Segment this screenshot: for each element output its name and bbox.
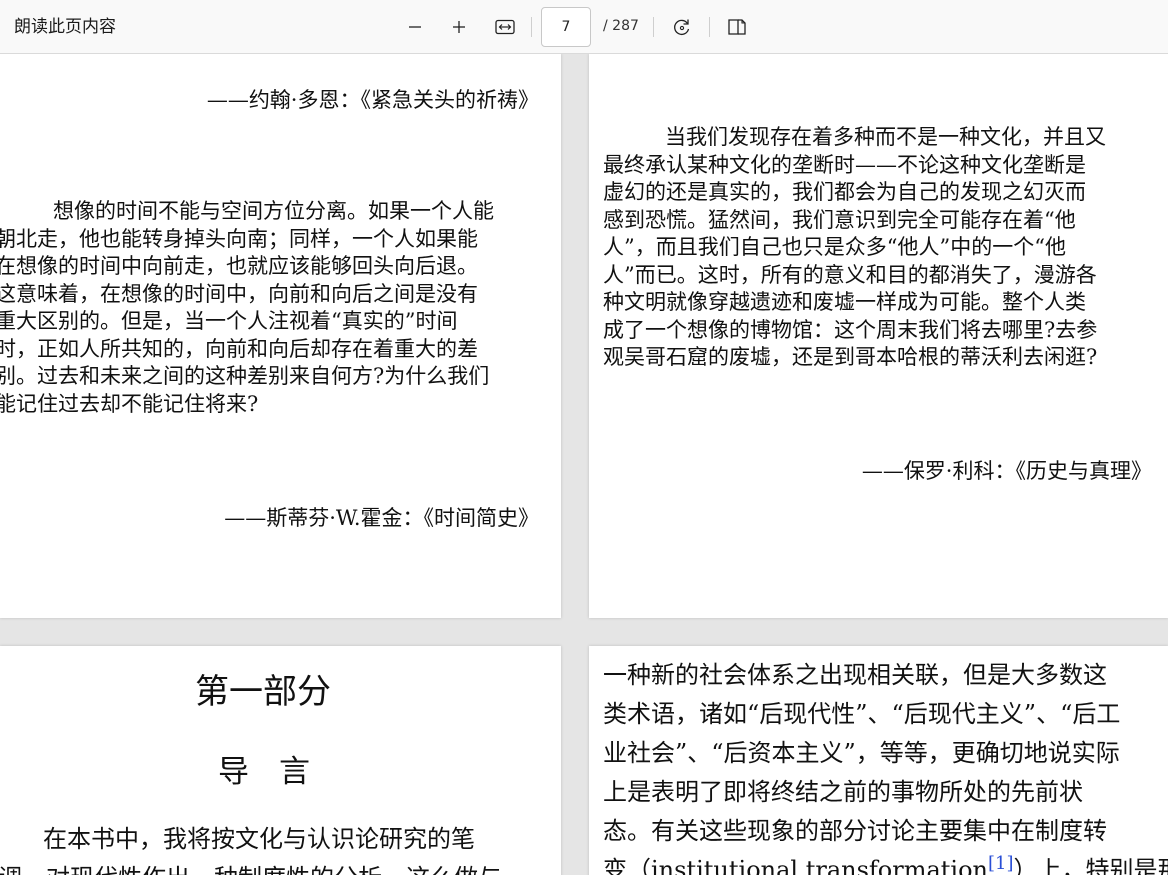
text-line: 当我们发现存在着多种而不是一种文化，并且又 xyxy=(665,125,1106,149)
page-number-input[interactable] xyxy=(541,7,591,47)
text-line: 一种新的社会体系之出现相关联，但是大多数这 xyxy=(603,661,1107,689)
footnote-link[interactable]: [1] xyxy=(988,853,1014,874)
text-line: 感到恐慌。猛然间，我们意识到完全可能存在着“他 xyxy=(603,207,1076,232)
minus-icon xyxy=(407,19,423,35)
text-line: 变（institutional transformation[1]）上，特别是那 xyxy=(603,851,1168,875)
text-fragment: ）上，特别是那 xyxy=(1013,856,1168,875)
text-fragment: 变（institutional transformation xyxy=(603,856,989,875)
text-line: 态。有关这些现象的部分讨论主要集中在制度转 xyxy=(603,817,1107,845)
text-line: 调，对现代性作出一种制度性的分析。这么做与 xyxy=(0,859,502,875)
text-line: 成了一个想像的博物馆：这个周末我们将去哪里?去参 xyxy=(603,317,1098,342)
document-page: ——约翰·多恩：《紧急关头的祈祷》 想像的时间不能与空间方位分离。如果一个人能 … xyxy=(0,54,561,618)
text-line: 虚幻的还是真实的，我们都会为自己的发现之幻灭而 xyxy=(603,180,1086,204)
text-line: 种文明就像穿越遗迹和废墟一样成为可能。整个人类 xyxy=(603,290,1086,314)
text-line: 最终承认某种文化的垄断时——不论这种文化垄断是 xyxy=(603,152,1086,177)
text-line: 朝北走，他也能转身掉头向南；同样，一个人如果能 xyxy=(0,226,478,251)
text-line: 在本书中，我将按文化与认识论研究的笔 xyxy=(43,825,475,853)
document-page: 一种新的社会体系之出现相关联，但是大多数这 类术语，诸如“后现代性”、“后现代主… xyxy=(589,646,1168,875)
text-line: 人”而已。这时，所有的意义和目的都消失了，漫游各 xyxy=(603,262,1097,287)
text-line: 观吴哥石窟的废墟，还是到哥本哈根的蒂沃利去闲逛? xyxy=(603,345,1098,369)
epigraph-attribution: ——斯蒂芬·W.霍金：《时间简史》 xyxy=(224,506,539,530)
text-line: 能记住过去却不能记住将来? xyxy=(0,391,259,416)
text-line: 在想像的时间中向前走，也就应该能够回头向后退。 xyxy=(0,254,478,278)
text-line: 业社会”、“后资本主义”，等等，更确切地说实际 xyxy=(603,739,1120,767)
body-paragraph: 在本书中，我将按文化与认识论研究的笔 调，对现代性作出一种制度性的分析。这么做与 xyxy=(0,820,502,875)
read-aloud-button[interactable]: 朗读此页内容 xyxy=(14,16,116,38)
page-total-label: / 287 xyxy=(603,18,639,34)
fit-width-icon xyxy=(495,19,515,35)
text-line: 重大区别的。但是，当一个人注视着“真实的”时间 xyxy=(0,309,458,333)
epigraph-paragraph: 当我们发现存在着多种而不是一种文化，并且又 最终承认某种文化的垄断时——不论这种… xyxy=(603,124,1106,372)
text-line: 时，正如人所共知的，向前和向后却存在着重大的差 xyxy=(0,336,478,361)
page-view-button[interactable] xyxy=(722,13,752,41)
toolbar-divider xyxy=(653,17,654,37)
part-heading: 第一部分 xyxy=(195,672,331,712)
page-view-icon xyxy=(727,18,747,36)
zoom-out-button[interactable] xyxy=(400,13,430,41)
epigraph-attribution: ——保罗·利科：《历史与真理》 xyxy=(861,459,1152,483)
text-line: 想像的时间不能与空间方位分离。如果一个人能 xyxy=(53,199,494,223)
zoom-in-button[interactable] xyxy=(444,13,474,41)
rotate-icon xyxy=(672,17,692,37)
text-line: 别。过去和未来之间的这种差别来自何方?为什么我们 xyxy=(0,364,490,388)
toolbar-divider xyxy=(531,17,532,37)
fit-width-button[interactable] xyxy=(490,13,520,41)
text-line: 类术语，诸如“后现代性”、“后现代主义”、“后工 xyxy=(603,700,1121,728)
plus-icon xyxy=(451,19,467,35)
toolbar-divider xyxy=(709,17,710,37)
text-line: 上是表明了即将终结之前的事物所处的先前状 xyxy=(603,778,1083,806)
epigraph-paragraph: 想像的时间不能与空间方位分离。如果一个人能 朝北走，他也能转身掉头向南；同样，一… xyxy=(0,198,494,418)
document-page: 当我们发现存在着多种而不是一种文化，并且又 最终承认某种文化的垄断时——不论这种… xyxy=(589,54,1168,618)
text-line: 这意味着，在想像的时间中，向前和向后之间是没有 xyxy=(0,281,478,306)
document-viewer[interactable]: ——约翰·多恩：《紧急关头的祈祷》 想像的时间不能与空间方位分离。如果一个人能 … xyxy=(0,54,1168,875)
document-page: 第一部分 导言 在本书中，我将按文化与认识论研究的笔 调，对现代性作出一种制度性… xyxy=(0,646,561,875)
text-line: 人”，而且我们自己也只是众多“他人”中的一个“他 xyxy=(603,235,1066,259)
rotate-button[interactable] xyxy=(667,13,697,41)
epigraph-attribution: ——约翰·多恩：《紧急关头的祈祷》 xyxy=(206,88,539,112)
pdf-toolbar: 朗读此页内容 / 287 xyxy=(0,0,1168,54)
section-heading: 导言 xyxy=(218,754,340,790)
body-paragraph: 一种新的社会体系之出现相关联，但是大多数这 类术语，诸如“后现代性”、“后现代主… xyxy=(603,656,1168,875)
